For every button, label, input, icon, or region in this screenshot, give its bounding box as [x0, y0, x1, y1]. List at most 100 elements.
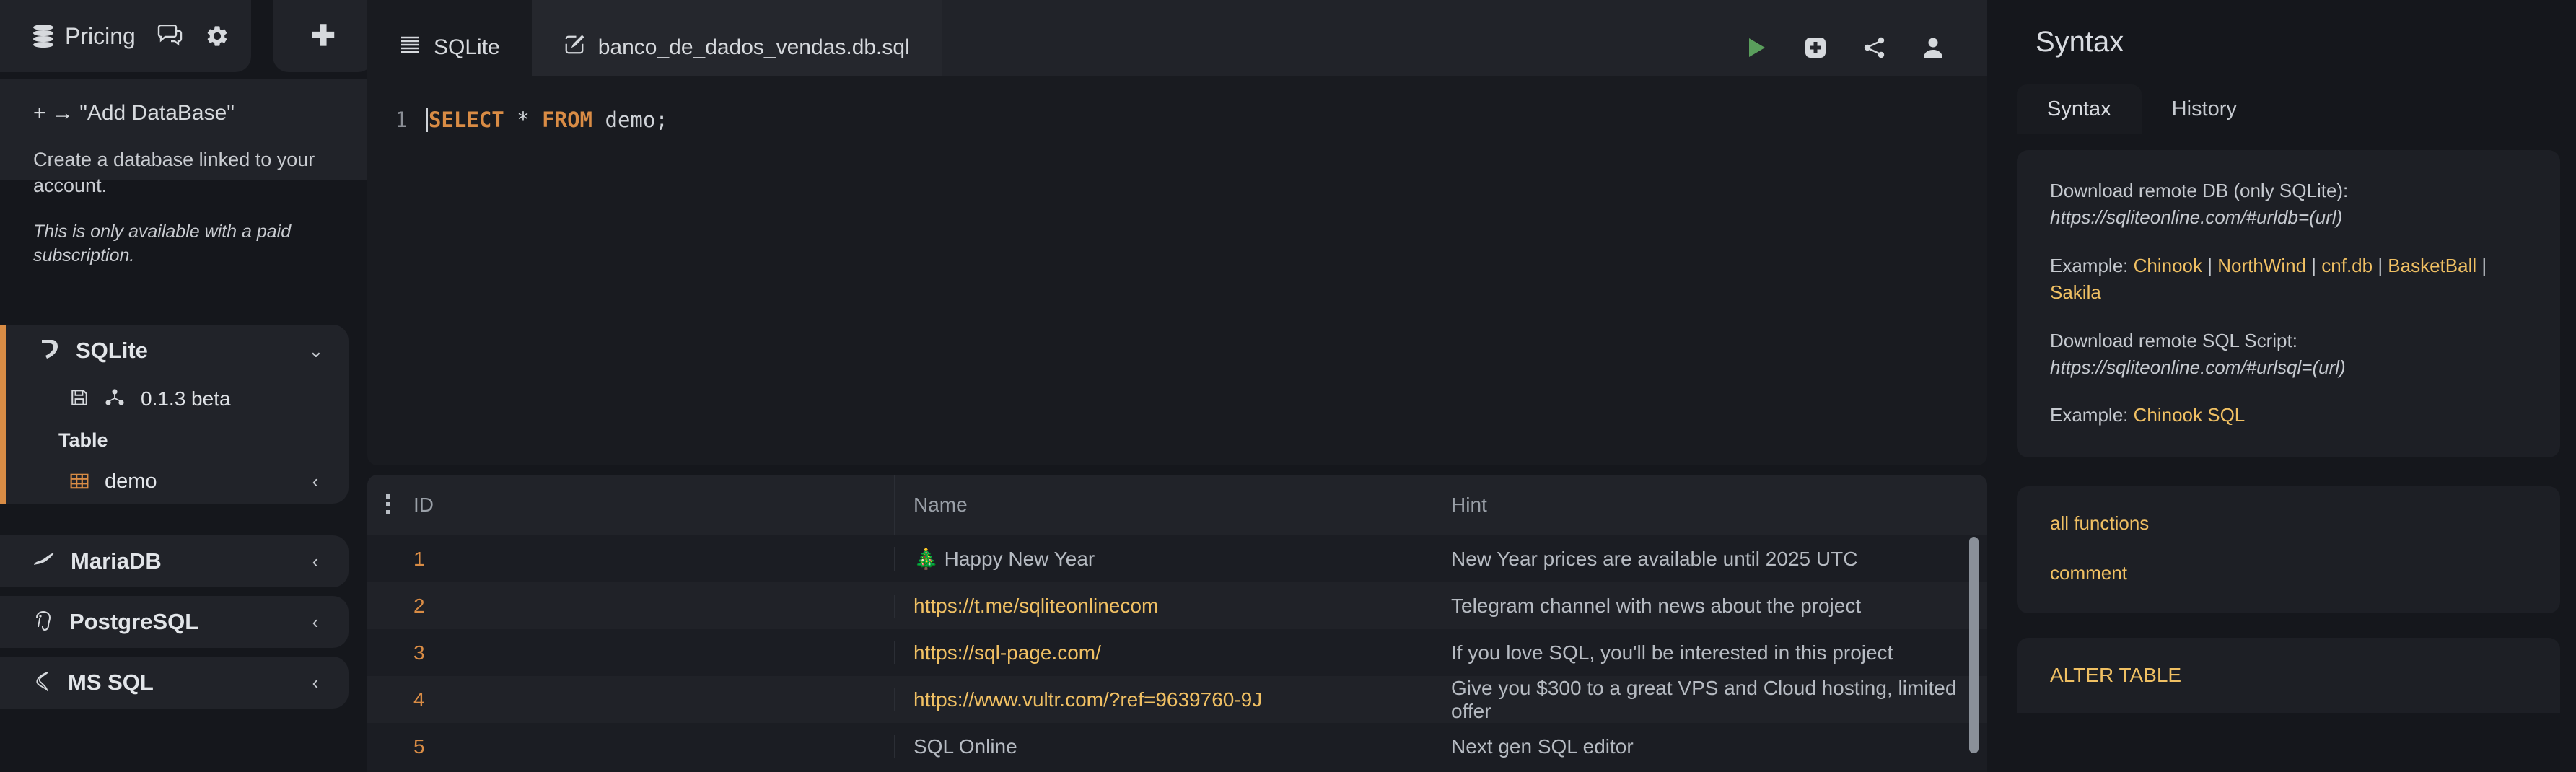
sqlite-feather-icon — [40, 338, 60, 364]
table-row[interactable]: 5 SQL Online Next gen SQL editor — [367, 723, 1987, 770]
cell-id: 4 — [413, 688, 425, 711]
link-sakila[interactable]: Sakila — [2050, 281, 2101, 303]
sql-identifier-demo: demo; — [605, 108, 668, 132]
cell-hint-value: Next gen SQL editor — [1451, 734, 1634, 758]
example-db-line: Example: Chinook | NorthWind | cnf.db | … — [2050, 254, 2487, 303]
column-header-id-label: ID — [413, 494, 434, 516]
sidebar-db-postgresql: PostgreSQL ‹ — [0, 596, 349, 648]
table-row[interactable]: 1 🎄 Happy New Year New Year prices are a… — [367, 535, 1987, 582]
cell-name-link[interactable]: https://www.vultr.com/?ref=9639760-9J — [914, 688, 1262, 711]
table-row[interactable]: 2 https://t.me/sqliteonlinecom Telegram … — [367, 582, 1987, 629]
download-sql-url: https://sqliteonline.com/#urlsql=(url) — [2050, 356, 2346, 378]
chevron-left-icon[interactable]: ‹ — [308, 551, 323, 573]
sqlite-table-heading: Table — [58, 429, 108, 451]
column-header-hint[interactable]: Hint — [1432, 475, 1987, 535]
cell-hint: New Year prices are available until 2025… — [1432, 547, 1987, 571]
save-disk-icon[interactable] — [70, 388, 89, 411]
example-sql-line: Example: Chinook SQL — [2050, 402, 2527, 429]
link-chinook[interactable]: Chinook — [2134, 255, 2202, 276]
sql-star: * — [517, 108, 530, 132]
column-menu-icon[interactable] — [386, 494, 390, 516]
link-alter-table[interactable]: ALTER TABLE — [2050, 664, 2527, 687]
share-button[interactable] — [1863, 37, 1886, 58]
sql-editor[interactable]: 1 SELECT * FROM demo; — [367, 76, 1987, 465]
sql-keyword-from: FROM — [542, 108, 593, 132]
sidebar-db-sqlite: SQLite ⌄ 0.1.3 beta Table demo ‹ — [0, 325, 349, 504]
download-sql-label: Download remote SQL Script: — [2050, 329, 2297, 351]
cell-hint-value: Give you $300 to a great VPS and Cloud h… — [1451, 676, 1957, 722]
cell-name: https://sql-page.com/ — [894, 641, 1432, 664]
example-db-label: Example: — [2050, 254, 2129, 276]
column-header-name[interactable]: Name — [894, 475, 1432, 535]
link-northwind[interactable]: NorthWind — [2217, 255, 2306, 276]
sidebar-db-mariadb-header[interactable]: MariaDB ‹ — [0, 535, 349, 587]
download-db-url: https://sqliteonline.com/#urldb=(url) — [2050, 206, 2343, 228]
cell-name: SQL Online — [894, 734, 1432, 758]
run-query-button[interactable] — [1746, 36, 1768, 59]
cell-name-link[interactable]: https://sql-page.com/ — [914, 641, 1101, 664]
column-header-hint-label: Hint — [1451, 494, 1487, 516]
sidebar-db-postgresql-header[interactable]: PostgreSQL ‹ — [0, 596, 349, 648]
tab-history-label: History — [2171, 97, 2237, 120]
chevron-left-icon[interactable]: ‹ — [308, 672, 323, 694]
chat-bubbles-icon[interactable] — [157, 25, 183, 48]
tab-history[interactable]: History — [2142, 84, 2267, 134]
column-header-id[interactable]: ID — [367, 475, 894, 535]
cell-hint: Telegram channel with news about the pro… — [1432, 594, 1987, 618]
cell-name: https://t.me/sqliteonlinecom — [894, 594, 1432, 618]
table-grid-icon — [70, 472, 89, 491]
results-vertical-scrollbar[interactable] — [1969, 537, 1979, 753]
sidebar-db-mssql: MS SQL ‹ — [0, 657, 349, 709]
left-sidebar: Pricing ✚ + → "Add DataBase" Create a da… — [0, 0, 470, 772]
tab-syntax[interactable]: Syntax — [2017, 84, 2142, 134]
cell-id: 3 — [413, 641, 425, 664]
cell-name-link[interactable]: https://t.me/sqliteonlinecom — [914, 595, 1158, 618]
database-lines-icon — [399, 35, 421, 61]
cell-hint: Give you $300 to a great VPS and Cloud h… — [1432, 676, 1987, 723]
sql-keyword-select: SELECT — [429, 108, 504, 132]
pricing-button[interactable]: Pricing — [33, 23, 136, 50]
sqlite-version-row[interactable]: 0.1.3 beta — [6, 377, 349, 421]
link-comment[interactable]: comment — [2050, 562, 2527, 584]
line-number: 1 — [395, 108, 408, 132]
sidebar-db-postgresql-label: PostgreSQL — [69, 609, 199, 634]
cell-name-value: 🎄 Happy New Year — [914, 548, 1095, 570]
sidebar-table-demo[interactable]: demo ‹ — [6, 459, 349, 504]
link-basketball[interactable]: BasketBall — [2388, 255, 2476, 276]
link-all-functions[interactable]: all functions — [2050, 512, 2527, 535]
text-caret — [426, 108, 428, 132]
gear-icon[interactable] — [205, 24, 229, 48]
link-cnfdb[interactable]: cnf.db — [2321, 255, 2373, 276]
cell-hint: If you love SQL, you'll be interested in… — [1432, 641, 1987, 664]
sidebar-topbar: Pricing ✚ — [0, 0, 374, 87]
remote-info-card: Download remote DB (only SQLite): https:… — [2017, 150, 2560, 458]
account-button[interactable] — [1922, 36, 1944, 59]
sidebar-db-mariadb-label: MariaDB — [71, 548, 162, 574]
chevron-left-icon[interactable]: ‹ — [308, 611, 323, 633]
cell-id: 5 — [413, 734, 425, 758]
sidebar-db-sqlite-header[interactable]: SQLite ⌄ — [6, 325, 349, 377]
cell-name: https://www.vultr.com/?ref=9639760-9J — [894, 688, 1432, 711]
sidebar-db-sqlite-label: SQLite — [76, 338, 148, 363]
cell-id: 2 — [413, 594, 425, 617]
add-database-description: Create a database linked to your account… — [33, 149, 315, 196]
cell-hint-value: If you love SQL, you'll be interested in… — [1451, 641, 1893, 664]
example-sql-label: Example: — [2050, 404, 2129, 426]
cell-hint: Next gen SQL editor — [1432, 734, 1987, 758]
sidebar-db-mssql-label: MS SQL — [68, 670, 154, 695]
column-header-name-label: Name — [914, 494, 968, 516]
table-row[interactable]: 4 https://www.vultr.com/?ref=9639760-9J … — [367, 676, 1987, 723]
table-row[interactable]: 3 https://sql-page.com/ If you love SQL,… — [367, 629, 1987, 676]
chevron-down-icon[interactable]: ⌄ — [308, 340, 324, 362]
sidebar-db-mssql-header[interactable]: MS SQL ‹ — [0, 657, 349, 709]
sections-card: ALTER TABLE — [2017, 638, 2560, 714]
chevron-left-icon[interactable]: ‹ — [308, 470, 323, 493]
code-line-1: 1 SELECT * FROM demo; — [367, 108, 1987, 132]
share-nodes-icon[interactable] — [105, 388, 125, 411]
link-chinook-sql[interactable]: Chinook SQL — [2134, 404, 2246, 426]
add-query-button[interactable] — [1804, 36, 1827, 59]
cell-hint-value: Telegram channel with news about the pro… — [1451, 594, 1862, 617]
syntax-panel-tabs: Syntax History — [2001, 84, 2576, 134]
sqlite-online-app: Pricing ✚ + → "Add DataBase" Create a da… — [0, 0, 2576, 772]
functions-card: all functions comment — [2017, 486, 2560, 614]
